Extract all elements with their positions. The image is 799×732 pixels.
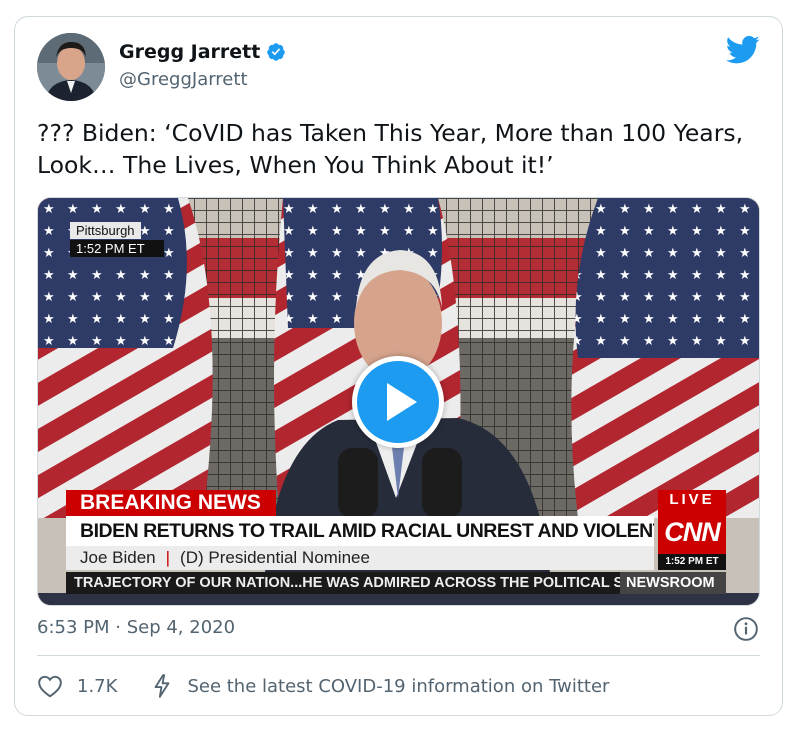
speaker-nameplate: Joe Biden | (D) Presidential Nominee bbox=[66, 546, 654, 570]
covid-info-link[interactable]: See the latest COVID-19 information on T… bbox=[151, 673, 609, 699]
network-logo: CNN bbox=[658, 510, 726, 554]
tweet-timestamp[interactable]: 6:53 PM · Sep 4, 2020 bbox=[37, 617, 235, 638]
info-icon[interactable] bbox=[733, 616, 759, 642]
live-label: LIVE bbox=[658, 490, 726, 510]
speaker-name: Joe Biden bbox=[80, 548, 156, 567]
author-display-name[interactable]: Gregg Jarrett bbox=[119, 41, 260, 63]
speaker-title: (D) Presidential Nominee bbox=[180, 548, 370, 567]
like-button[interactable]: 1.7K bbox=[37, 674, 117, 698]
tweet-actions: 1.7K See the latest COVID-19 information… bbox=[37, 671, 609, 701]
covid-info-text: See the latest COVID-19 information on T… bbox=[187, 675, 610, 697]
breaking-news-label: BREAKING NEWS bbox=[66, 490, 276, 516]
network-time: 1:52 PM ET bbox=[658, 554, 726, 570]
avatar[interactable] bbox=[37, 33, 105, 101]
ticker-section-label: NEWSROOM bbox=[620, 572, 726, 594]
verified-badge-icon bbox=[267, 43, 286, 61]
covid-info-icon bbox=[155, 674, 170, 698]
tweet-card: Gregg Jarrett @GreggJarrett ??? Biden: ‘… bbox=[14, 16, 783, 716]
tweet-text: ??? Biden: ‘CoVID has Taken This Year, M… bbox=[37, 119, 751, 179]
video-player[interactable]: ★ bbox=[37, 197, 760, 606]
play-button[interactable] bbox=[352, 356, 444, 448]
location-badge: Pittsburgh 1:52 PM ET bbox=[70, 222, 164, 257]
like-count: 1.7K bbox=[77, 675, 118, 697]
news-ticker: TRAJECTORY OF OUR NATION...HE WAS ADMIRE… bbox=[66, 572, 654, 594]
author-handle[interactable]: @GreggJarrett bbox=[119, 69, 248, 90]
news-headline: BIDEN RETURNS TO TRAIL AMID RACIAL UNRES… bbox=[66, 516, 654, 546]
heart-icon bbox=[38, 675, 62, 698]
location-label: Pittsburgh bbox=[70, 222, 141, 239]
play-icon bbox=[387, 383, 417, 421]
divider bbox=[37, 655, 760, 656]
nameplate-divider: | bbox=[165, 548, 171, 567]
twitter-bird-icon[interactable] bbox=[726, 35, 760, 65]
location-time: 1:52 PM ET bbox=[70, 240, 164, 257]
